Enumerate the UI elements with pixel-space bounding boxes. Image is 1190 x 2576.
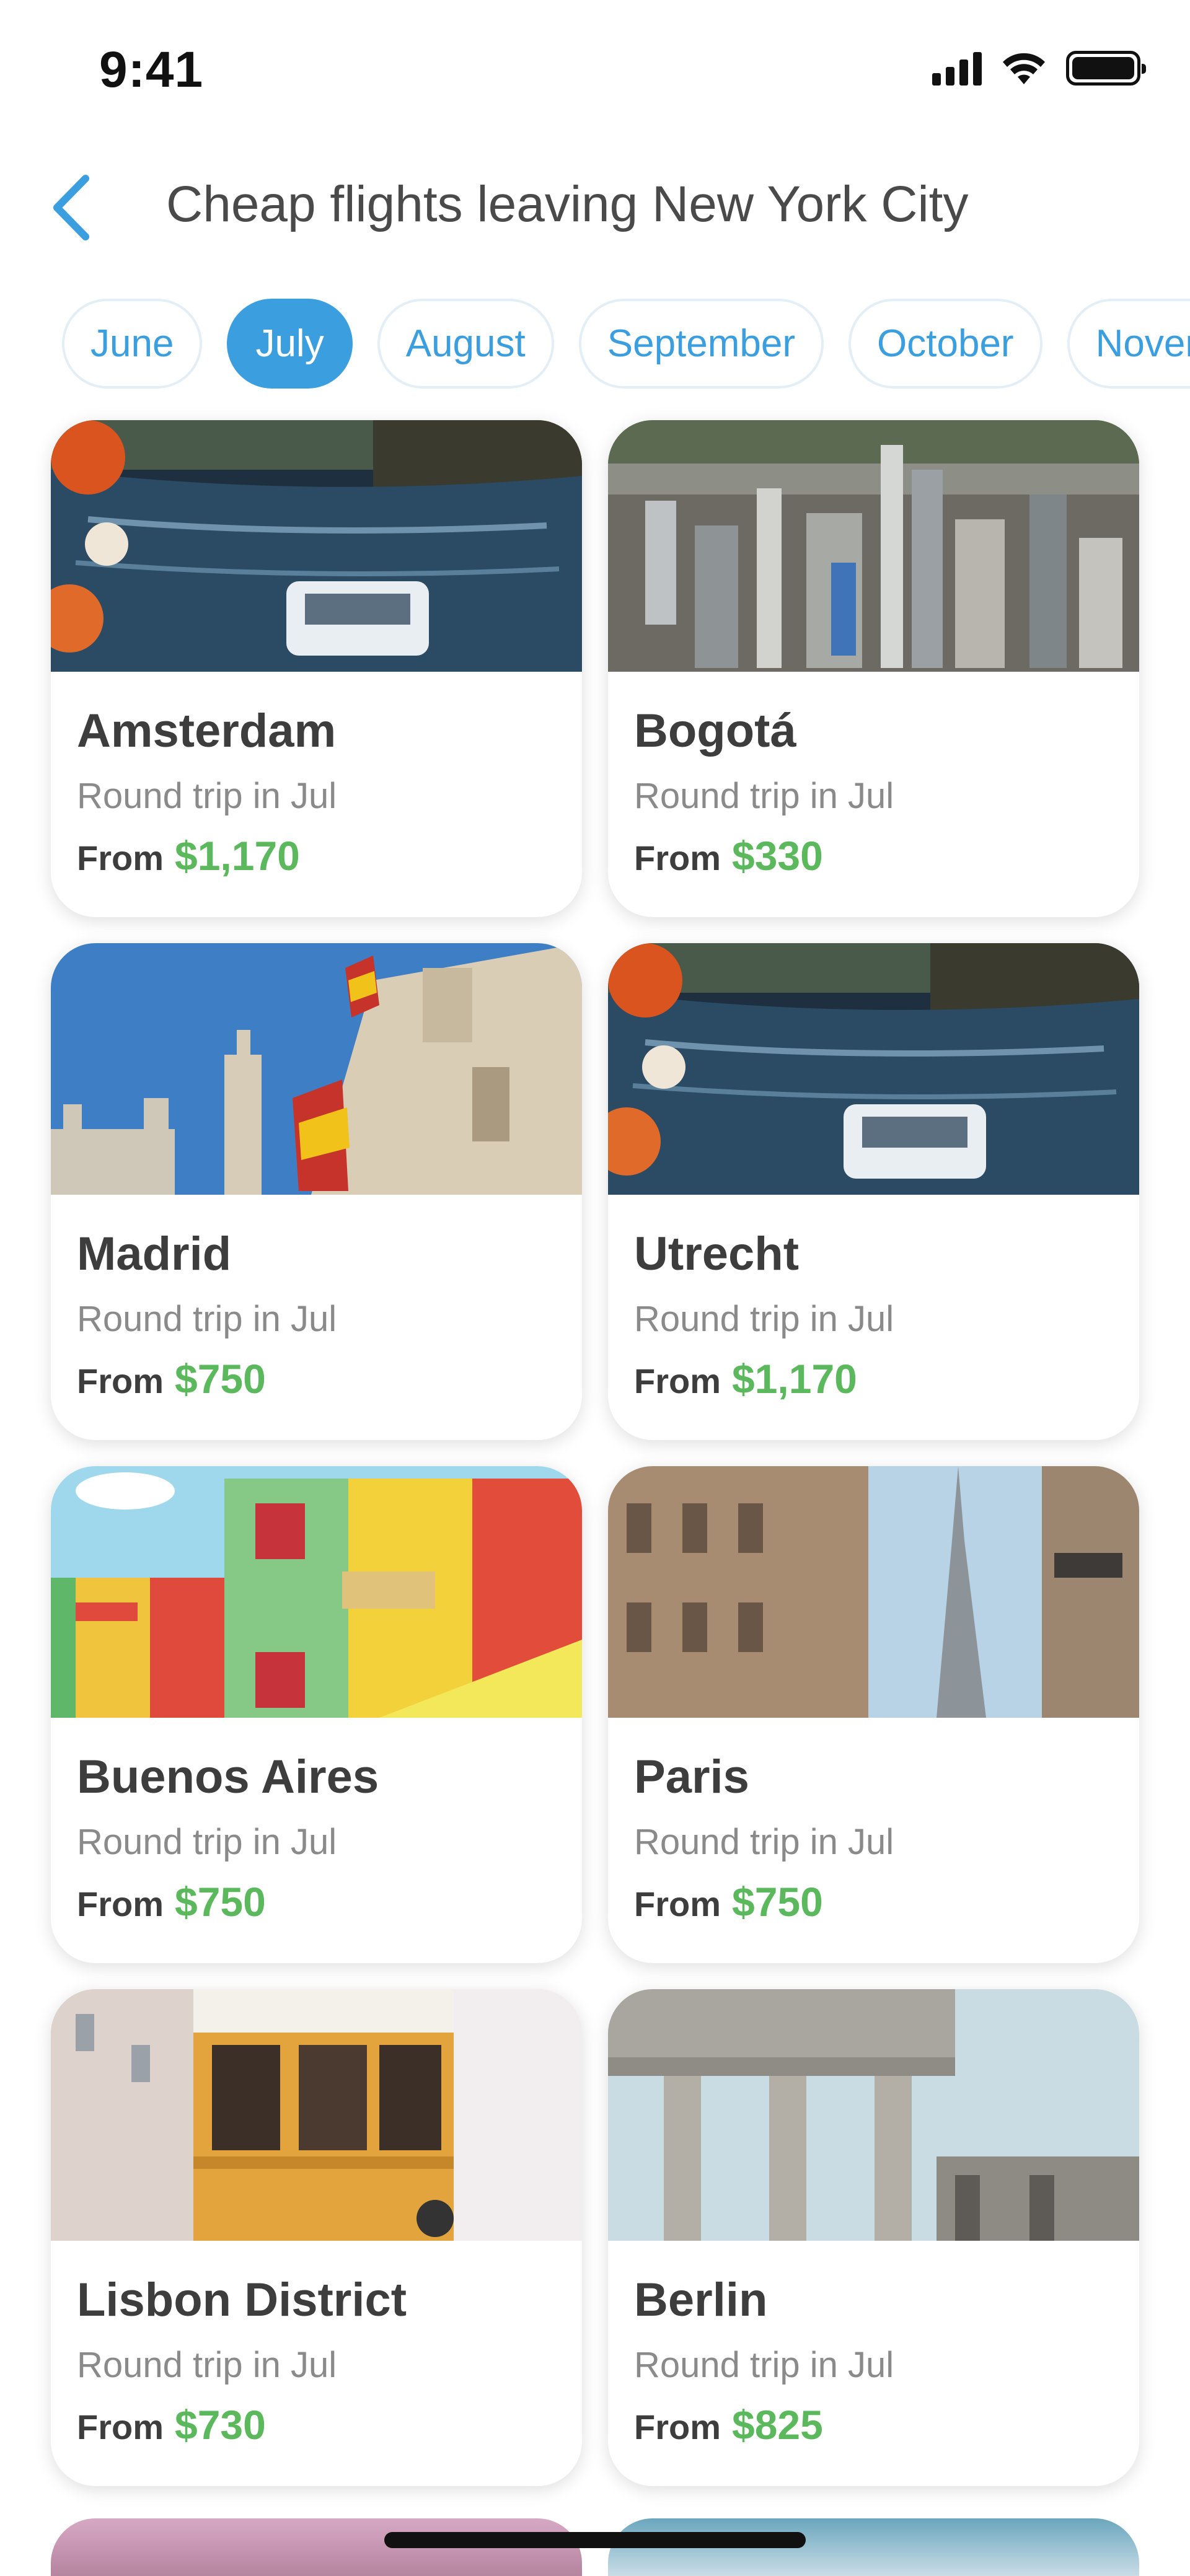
battery-icon [1066, 51, 1146, 86]
canal-photo [51, 420, 582, 672]
canal-photo [608, 943, 1139, 1195]
month-chip-july[interactable]: July [227, 299, 353, 389]
destination-grid: Amsterdam Round trip in Jul From $1,170 [51, 420, 1139, 2486]
card-price-row: From $730 [77, 2404, 556, 2445]
month-chip-august[interactable]: August [377, 299, 554, 389]
header: Cheap flights leaving New York City [0, 146, 1190, 270]
colorful-houses-photo [51, 1466, 582, 1718]
card-city: Paris [634, 1751, 749, 1803]
status-icons [932, 50, 1146, 87]
back-button[interactable] [37, 170, 105, 245]
destination-card-utrecht[interactable]: Utrecht Round trip in Jul From $1,170 [608, 943, 1139, 1440]
card-city: Berlin [634, 2274, 768, 2326]
card-price: $825 [732, 2402, 823, 2448]
eiffel-tower-photo [608, 1466, 1139, 1718]
card-price-row: From $330 [634, 835, 1113, 876]
card-price: $1,170 [175, 833, 300, 879]
month-chip-november[interactable]: November [1067, 299, 1190, 389]
card-price: $330 [732, 833, 823, 879]
wifi-icon [1003, 53, 1045, 84]
destination-card-madrid[interactable]: Madrid Round trip in Jul From $750 [51, 943, 582, 1440]
page-title: Cheap flights leaving New York City [166, 176, 969, 232]
destination-card-berlin[interactable]: Berlin Round trip in Jul From $825 [608, 1989, 1139, 2486]
card-subtitle: Round trip in Jul [77, 1822, 337, 1862]
card-city: Utrecht [634, 1228, 800, 1280]
from-label: From [634, 2407, 721, 2446]
month-selector: June July August September October Novem… [62, 299, 1190, 389]
city-skyline-photo [608, 420, 1139, 672]
tram-photo [51, 1989, 582, 2241]
status-time: 9:41 [99, 42, 204, 98]
from-label: From [77, 2407, 164, 2446]
month-chip-september[interactable]: September [578, 299, 824, 389]
card-subtitle: Round trip in Jul [77, 776, 337, 816]
card-price-row: From $1,170 [77, 835, 556, 876]
card-subtitle: Round trip in Jul [634, 1822, 894, 1862]
card-price: $750 [175, 1356, 266, 1402]
cellular-signal-icon [932, 51, 982, 86]
card-price-row: From $750 [77, 1358, 556, 1399]
card-subtitle: Round trip in Jul [634, 2345, 894, 2385]
home-indicator[interactable] [384, 2532, 806, 2548]
card-price: $1,170 [732, 1356, 857, 1402]
card-price-row: From $750 [634, 1881, 1113, 1922]
card-price: $750 [732, 1879, 823, 1925]
month-chip-october[interactable]: October [848, 299, 1042, 389]
card-city: Amsterdam [77, 705, 337, 757]
from-label: From [634, 1361, 721, 1400]
destination-card-lisbon-district[interactable]: Lisbon District Round trip in Jul From $… [51, 1989, 582, 2486]
card-city: Buenos Aires [77, 1751, 379, 1803]
chevron-left-icon [53, 175, 89, 240]
card-subtitle: Round trip in Jul [77, 1299, 337, 1339]
from-label: From [634, 838, 721, 877]
card-subtitle: Round trip in Jul [77, 2345, 337, 2385]
card-city: Bogotá [634, 705, 796, 757]
card-subtitle: Round trip in Jul [634, 1299, 894, 1339]
palace-flag-photo [51, 943, 582, 1195]
from-label: From [77, 1884, 164, 1923]
destination-card-paris[interactable]: Paris Round trip in Jul From $750 [608, 1466, 1139, 1963]
month-chip-june[interactable]: June [62, 299, 203, 389]
from-label: From [77, 838, 164, 877]
destination-card-buenos-aires[interactable]: Buenos Aires Round trip in Jul From $750 [51, 1466, 582, 1963]
card-price: $730 [175, 2402, 266, 2448]
card-city: Madrid [77, 1228, 232, 1280]
card-subtitle: Round trip in Jul [634, 776, 894, 816]
destination-card-amsterdam[interactable]: Amsterdam Round trip in Jul From $1,170 [51, 420, 582, 917]
status-bar: 9:41 [0, 0, 1190, 146]
card-price-row: From $825 [634, 2404, 1113, 2445]
from-label: From [77, 1361, 164, 1400]
brandenburg-gate-photo [608, 1989, 1139, 2241]
from-label: From [634, 1884, 721, 1923]
card-price-row: From $750 [77, 1881, 556, 1922]
card-city: Lisbon District [77, 2274, 407, 2326]
card-price: $750 [175, 1879, 266, 1925]
destination-card-bogota[interactable]: Bogotá Round trip in Jul From $330 [608, 420, 1139, 917]
card-price-row: From $1,170 [634, 1358, 1113, 1399]
